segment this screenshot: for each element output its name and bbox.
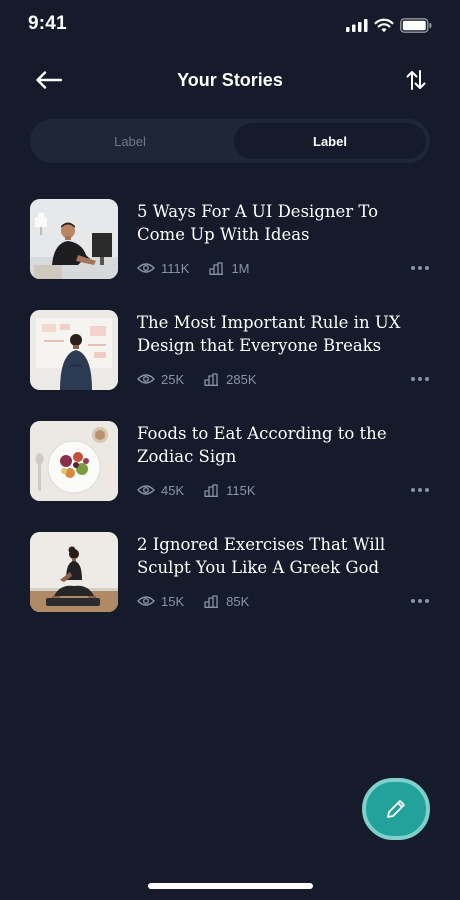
wifi-icon — [374, 18, 394, 32]
reads-count: 285K — [226, 371, 257, 387]
sort-arrows-icon — [406, 70, 426, 90]
dot-icon — [411, 599, 415, 603]
reads-stat: 285K — [204, 371, 257, 387]
battery-icon — [400, 17, 432, 33]
views-count: 25K — [161, 371, 185, 387]
story-title[interactable]: 2 Ignored Exercises That Will Sculpt You… — [137, 533, 427, 579]
story-meta: 15K 85K — [137, 593, 249, 609]
reads-stat: 115K — [204, 482, 256, 498]
dot-icon — [425, 377, 429, 381]
segmented-tabs: Label Label — [30, 119, 430, 163]
story-thumbnail[interactable] — [30, 421, 118, 501]
compose-fab-button[interactable] — [362, 778, 430, 840]
status-time: 9:41 — [28, 13, 67, 34]
dot-icon — [425, 599, 429, 603]
views-count: 15K — [161, 593, 185, 609]
bar-chart-icon — [204, 372, 219, 386]
more-options-button[interactable] — [410, 596, 430, 606]
home-indicator — [148, 883, 313, 889]
status-bar: 9:41 — [0, 0, 460, 50]
story-item[interactable]: The Most Important Rule in UX Design tha… — [30, 310, 430, 392]
pencil-icon — [387, 800, 405, 818]
bar-chart-icon — [204, 483, 219, 497]
story-item[interactable]: 2 Ignored Exercises That Will Sculpt You… — [30, 532, 430, 614]
more-options-button[interactable] — [410, 263, 430, 273]
dot-icon — [418, 599, 422, 603]
dot-icon — [418, 488, 422, 492]
story-title[interactable]: The Most Important Rule in UX Design tha… — [137, 311, 427, 357]
dot-icon — [411, 488, 415, 492]
status-icons — [346, 17, 432, 33]
views-stat: 25K — [137, 372, 184, 387]
story-title[interactable]: Foods to Eat According to the Zodiac Sig… — [137, 422, 427, 468]
story-meta: 25K 285K — [137, 371, 257, 387]
views-count: 45K — [161, 482, 185, 498]
bar-chart-icon — [209, 261, 224, 275]
tab-first[interactable]: Label — [34, 123, 226, 159]
story-thumbnail[interactable] — [30, 532, 118, 612]
designer-at-desk-image — [30, 199, 118, 279]
views-count: 111K — [161, 260, 190, 276]
eye-icon — [137, 485, 155, 495]
eye-icon — [137, 596, 155, 606]
views-stat: 111K — [137, 261, 189, 276]
eye-icon — [137, 263, 155, 273]
reads-count: 85K — [226, 593, 250, 609]
reads-count: 115K — [226, 482, 256, 498]
story-item[interactable]: Foods to Eat According to the Zodiac Sig… — [30, 421, 430, 503]
reads-count: 1M — [231, 260, 250, 276]
yoga-woman-image — [30, 532, 118, 612]
food-plate-image — [30, 421, 118, 501]
tab-second-selected[interactable]: Label — [234, 123, 426, 159]
stories-screen: 9:41 Your Stories Label Label 5 Ways For… — [0, 0, 460, 900]
dot-icon — [418, 377, 422, 381]
cellular-icon — [346, 19, 368, 32]
more-options-button[interactable] — [410, 374, 430, 384]
story-title[interactable]: 5 Ways For A UI Designer To Come Up With… — [137, 200, 427, 246]
page-title: Your Stories — [177, 70, 283, 90]
man-at-whiteboard-image — [30, 310, 118, 390]
dot-icon — [418, 266, 422, 270]
eye-icon — [137, 374, 155, 384]
dot-icon — [411, 266, 415, 270]
views-stat: 45K — [137, 483, 184, 498]
dot-icon — [425, 266, 429, 270]
reads-stat: 85K — [204, 594, 249, 609]
story-meta: 111K 1M — [137, 260, 250, 276]
reads-stat: 1M — [209, 260, 250, 276]
bar-chart-icon — [204, 594, 219, 608]
views-stat: 15K — [137, 594, 184, 609]
more-options-button[interactable] — [410, 485, 430, 495]
story-thumbnail[interactable] — [30, 310, 118, 390]
dot-icon — [425, 488, 429, 492]
dot-icon — [411, 377, 415, 381]
story-thumbnail[interactable] — [30, 199, 118, 279]
sort-button[interactable] — [402, 66, 430, 94]
story-item[interactable]: 5 Ways For A UI Designer To Come Up With… — [30, 199, 430, 281]
story-meta: 45K 115K — [137, 482, 256, 498]
header: Your Stories — [0, 60, 460, 100]
